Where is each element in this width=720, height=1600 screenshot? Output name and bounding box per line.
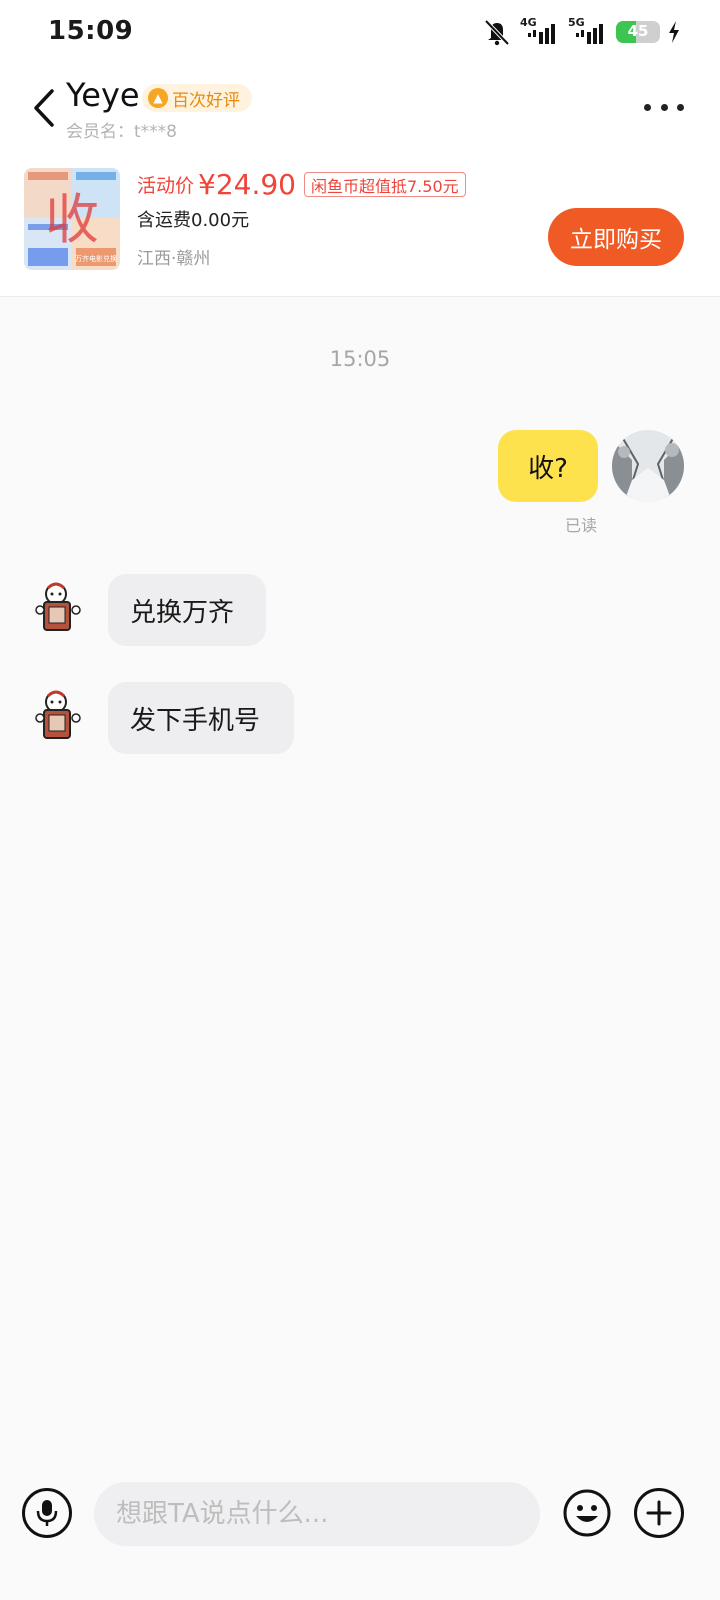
thumbs-up-icon: ▲ (148, 88, 168, 108)
avatar-image (35, 582, 81, 631)
avatar-image (35, 690, 81, 739)
coin-discount-tag: 闲鱼币超值抵7.50元 (304, 172, 466, 197)
emoji-button[interactable] (562, 1488, 612, 1538)
product-image: 收 万齐电影兑换 (24, 168, 120, 270)
more-actions-button[interactable] (634, 1488, 684, 1538)
bell-off-icon (484, 19, 510, 46)
signal-bars-icon (576, 24, 603, 44)
seller-avatar[interactable] (32, 580, 86, 634)
microphone-icon (36, 1500, 58, 1526)
member-name: t***8 (134, 122, 177, 142)
chevron-left-icon (34, 89, 54, 127)
back-button[interactable] (28, 88, 60, 128)
product-thumbnail[interactable]: 收 万齐电影兑换 (24, 168, 120, 270)
status-bar: 15:09 4G 5G 45 (0, 0, 720, 62)
chat-timestamp: 15:05 (329, 347, 391, 371)
message-bubble-other[interactable]: 兑换万齐 (108, 574, 266, 646)
avatar-image (612, 430, 684, 502)
shipping-fee: 含运费0.00元 (137, 210, 250, 231)
more-button[interactable] (644, 100, 684, 114)
status-time: 15:09 (48, 16, 134, 46)
signal-bars-icon (528, 24, 555, 44)
thumb-caption: 万齐电影兑换 (75, 254, 117, 263)
voice-button[interactable] (22, 1488, 72, 1538)
item-location: 江西·赣州 (137, 249, 211, 269)
buy-now-button[interactable]: 立即购买 (548, 208, 684, 266)
message-bubble-self[interactable]: 收? (498, 430, 598, 502)
more-icon-dot (677, 103, 684, 111)
battery-indicator: 45 (616, 21, 660, 43)
price-row: 活动价 ¥24.90 闲鱼币超值抵7.50元 (137, 168, 466, 201)
battery-level: 45 (627, 22, 649, 40)
thumb-overlay-text: 收 (45, 188, 99, 251)
member-label: 会员名： (66, 122, 134, 142)
badge-label: 百次好评 (172, 90, 240, 111)
signal-5g: 5G (568, 16, 608, 46)
read-status: 已读 (565, 516, 598, 535)
plus-icon (646, 1500, 672, 1526)
message-input[interactable] (94, 1482, 540, 1546)
seller-name[interactable]: Yeye (66, 76, 140, 114)
price-label: 活动价 (137, 175, 195, 197)
status-icons: 4G 5G 45 (482, 16, 680, 46)
price-value: ¥24.90 (198, 168, 296, 201)
signal-4g: 4G (520, 16, 560, 46)
rating-badge: ▲ 百次好评 (142, 84, 252, 112)
more-icon-dot (660, 103, 668, 111)
member-info: 会员名：t***8 (66, 117, 177, 142)
message-bubble-other[interactable]: 发下手机号 (108, 682, 294, 754)
seller-avatar[interactable] (32, 688, 86, 742)
bolt-icon (669, 21, 679, 43)
more-icon (644, 103, 651, 111)
smiley-icon (563, 1489, 611, 1537)
input-bar (0, 1466, 720, 1600)
self-avatar[interactable] (612, 430, 684, 502)
